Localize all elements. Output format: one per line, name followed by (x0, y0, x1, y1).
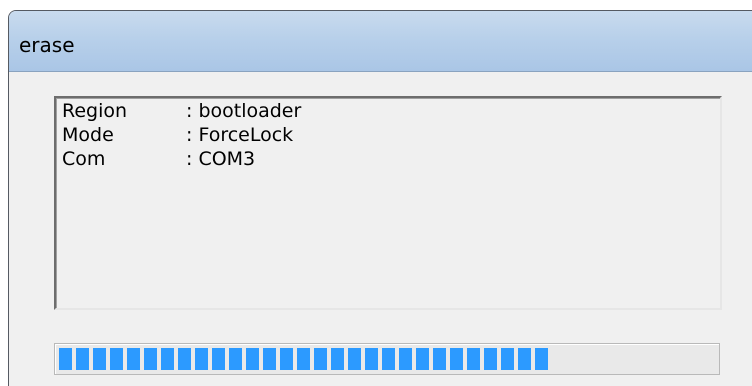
dialog-client-area: Region : bootloader Mode : ForceLock Com… (9, 72, 752, 386)
status-log-box: Region : bootloader Mode : ForceLock Com… (54, 96, 722, 310)
erase-dialog-window: erase Region : bootloader Mode : ForceLo… (8, 10, 752, 386)
title-bar[interactable]: erase (9, 11, 752, 72)
erase-progress-bar (54, 343, 720, 375)
log-key-mode: Mode (62, 124, 114, 146)
log-row-com: Com : COM3 (62, 147, 255, 171)
log-value-com: : COM3 (186, 148, 256, 170)
log-row-mode: Mode : ForceLock (62, 123, 293, 147)
log-row-region: Region : bootloader (62, 99, 301, 123)
log-value-mode: : ForceLock (186, 124, 294, 146)
log-value-region: : bootloader (186, 100, 302, 122)
log-key-com: Com (62, 148, 106, 170)
log-key-region: Region (62, 100, 128, 122)
progress-fill (59, 348, 548, 370)
window-title: erase (19, 33, 75, 57)
